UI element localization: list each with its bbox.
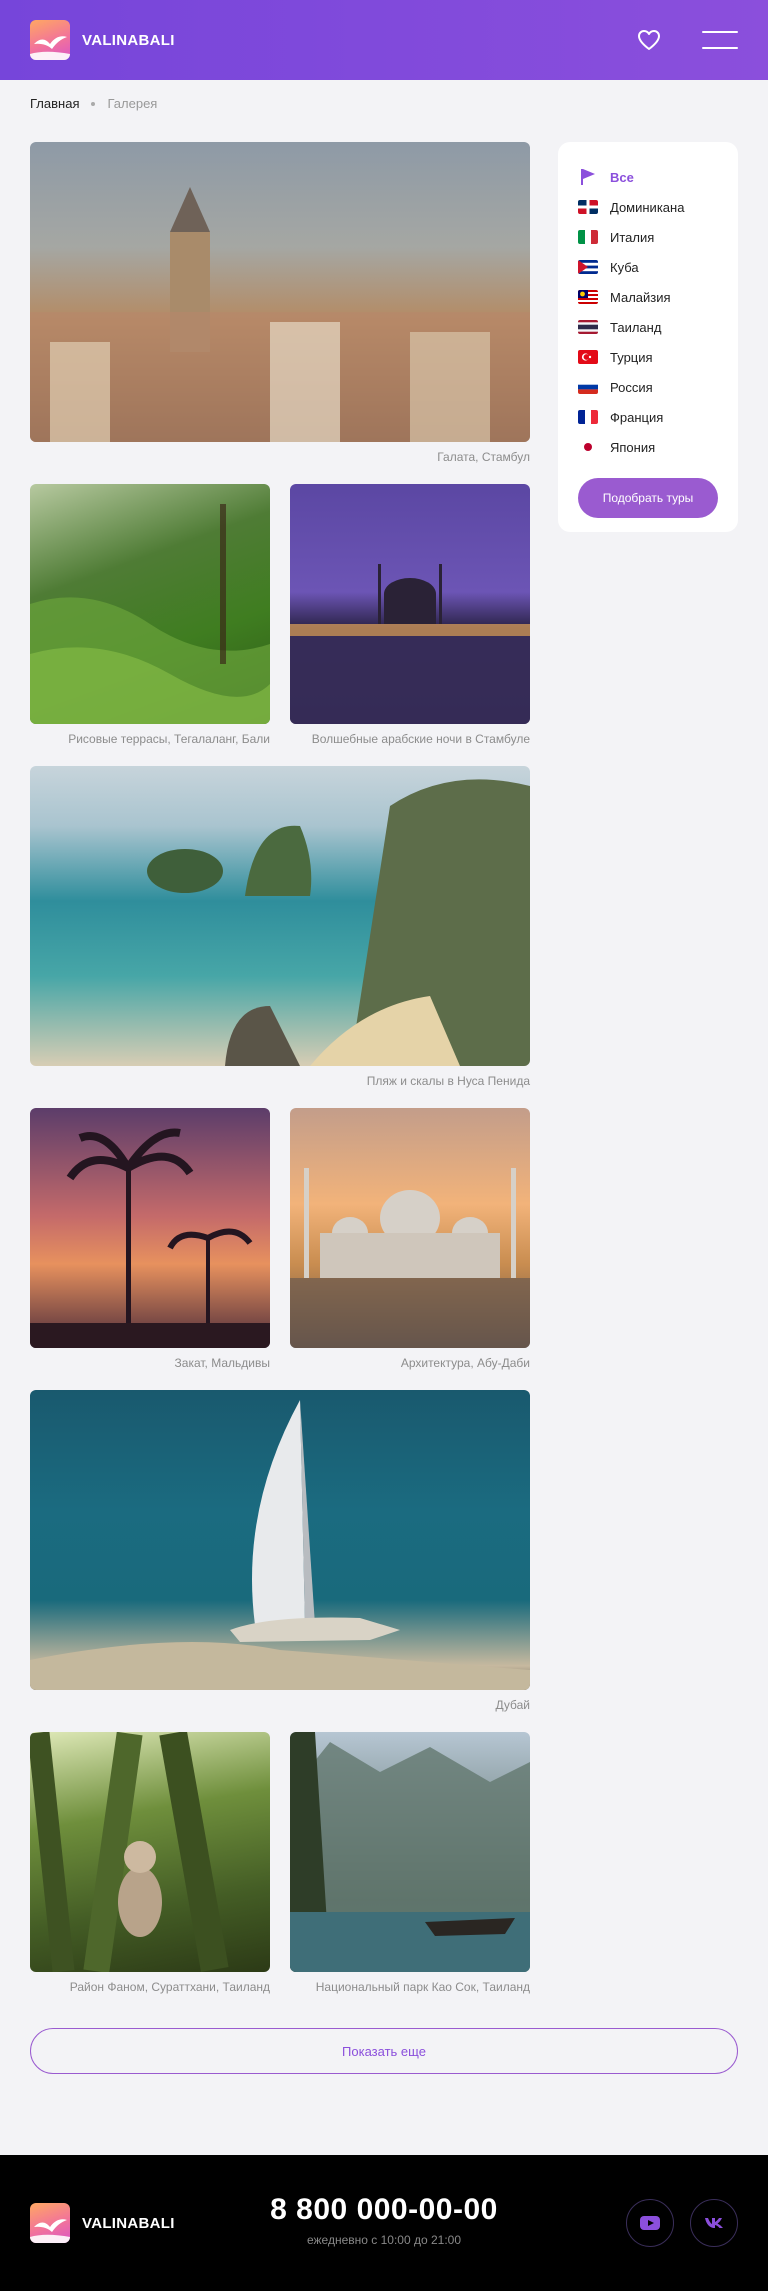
gallery-photo-monkey-bamboo[interactable] [30,1732,270,1972]
gallery-caption: Галата, Стамбул [437,450,530,464]
gallery-item[interactable]: Рисовые террасы, Тегалаланг, Бали [30,484,270,746]
logo-bird-icon [30,20,70,60]
gallery-caption: Дубай [495,1698,531,1712]
japan-flag-icon [578,440,598,454]
gallery-item[interactable]: Закат, Мальдивы [30,1108,270,1370]
filter-item-label: Все [610,169,634,185]
thailand-flag-icon [578,320,598,334]
logo[interactable]: VALINABALI [30,20,175,60]
youtube-icon[interactable] [626,2199,674,2247]
filter-item-all[interactable]: Все [578,162,718,192]
gallery-photo-rice-terraces[interactable] [30,484,270,724]
gallery-photo-nusa-penida[interactable] [30,766,530,1066]
site-footer: VALINABALI 8 800 000-00-00 ежедневно с 1… [0,2155,768,2291]
logo-text: VALINABALI [82,31,175,49]
dominican-flag-icon [578,200,598,214]
show-more-button[interactable]: Показать еще [30,2028,738,2074]
filter-item-label: Таиланд [610,319,662,335]
hamburger-menu-icon[interactable] [702,31,738,49]
gallery-item[interactable]: Волшебные арабские ночи в Стамбуле [290,484,530,746]
gallery-caption: Пляж и скалы в Нуса Пенида [366,1074,530,1088]
pick-tours-button[interactable]: Подобрать туры [578,478,718,518]
filter-item-turkey[interactable]: Турция [578,342,718,372]
filter-item-cuba[interactable]: Куба [578,252,718,282]
filter-item-label: Турция [610,349,653,365]
gallery-photo-khao-sok[interactable] [290,1732,530,1972]
gallery-caption: Район Фаном, Сураттхани, Таиланд [69,1980,270,1994]
filter-item-france[interactable]: Франция [578,402,718,432]
social-links [610,2199,738,2247]
gallery-photo-dubai[interactable] [30,1390,530,1690]
gallery-photo-maldives-sunset[interactable] [30,1108,270,1348]
filter-item-label: Малайзия [610,289,671,305]
flag-icon [578,169,598,185]
gallery-caption: Архитектура, Абу-Даби [400,1356,530,1370]
filter-item-japan[interactable]: Япония [578,432,718,462]
gallery-caption: Закат, Мальдивы [174,1356,270,1370]
country-filter-panel: Все Доминикана Италия Куба Малайзия Таил… [558,142,738,532]
gallery-item[interactable]: Район Фаном, Сураттхани, Таиланд [30,1732,270,1994]
gallery-caption: Национальный парк Као Сок, Таиланд [315,1980,530,1994]
vk-icon[interactable] [690,2199,738,2247]
gallery-item[interactable]: Архитектура, Абу-Даби [290,1108,530,1370]
filter-item-thailand[interactable]: Таиланд [578,312,718,342]
breadcrumb-separator [91,101,96,106]
malaysia-flag-icon [578,290,598,304]
turkey-flag-icon [578,350,598,364]
filter-item-malaysia[interactable]: Малайзия [578,282,718,312]
filter-item-russia[interactable]: Россия [578,372,718,402]
gallery-photo-abu-dhabi-mosque[interactable] [290,1108,530,1348]
breadcrumb-current: Галерея [107,96,158,111]
filter-item-label: Доминикана [610,199,685,215]
gallery-item[interactable]: Национальный парк Као Сок, Таиланд [290,1732,530,1994]
gallery-photo-galata[interactable] [30,142,530,442]
gallery-photo-istanbul-night[interactable] [290,484,530,724]
country-filter-list: Все Доминикана Италия Куба Малайзия Таил… [578,162,718,462]
gallery-item[interactable]: Галата, Стамбул [30,142,530,464]
breadcrumb: Главная Галерея [30,96,157,111]
gallery-caption: Рисовые террасы, Тегалаланг, Бали [68,732,270,746]
breadcrumb-home-link[interactable]: Главная [30,96,79,111]
filter-item-dominican[interactable]: Доминикана [578,192,718,222]
filter-item-label: Япония [610,439,656,455]
cuba-flag-icon [578,260,598,274]
filter-item-label: Россия [610,379,653,395]
filter-item-italy[interactable]: Италия [578,222,718,252]
filter-item-label: Италия [610,229,655,245]
site-header: VALINABALI [0,0,768,80]
gallery-caption: Волшебные арабские ночи в Стамбуле [311,732,530,746]
russia-flag-icon [578,380,598,394]
gallery-item[interactable]: Пляж и скалы в Нуса Пенида [30,766,530,1088]
france-flag-icon [578,410,598,424]
filter-item-label: Куба [610,259,639,275]
gallery-item[interactable]: Дубай [30,1390,530,1712]
favorites-heart-icon[interactable] [636,27,662,53]
italy-flag-icon [578,230,598,244]
filter-item-label: Франция [610,409,664,425]
